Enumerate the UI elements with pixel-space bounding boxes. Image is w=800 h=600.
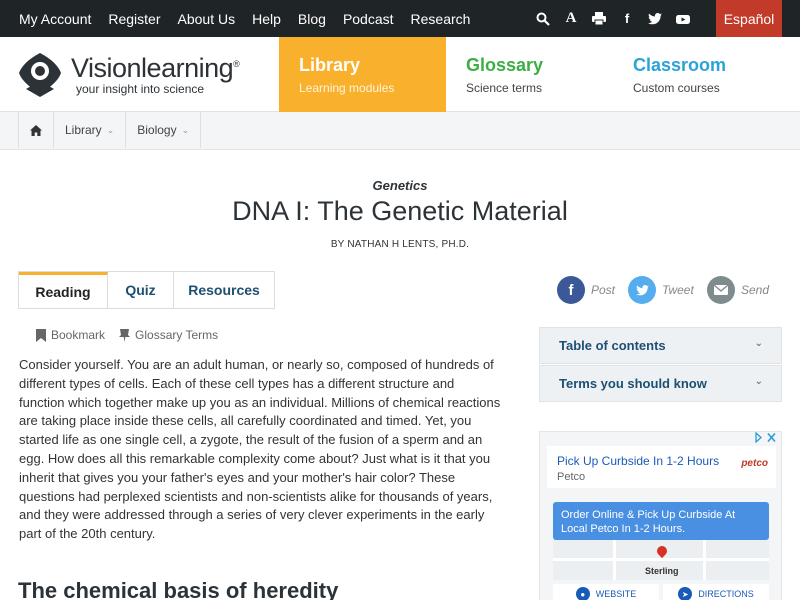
nav-tab-classroom-subtitle: Custom courses: [633, 81, 720, 95]
double-chevron-down-icon: ⌄: [754, 376, 763, 387]
youtube-icon[interactable]: [676, 12, 690, 26]
share-email-label: Send: [741, 283, 770, 297]
utility-nav: My Account Register About Us Help Blog P…: [19, 0, 470, 37]
ad-map[interactable]: Sterling: [553, 540, 769, 580]
tab-resources[interactable]: Resources: [174, 272, 274, 308]
ad-website-button[interactable]: ● WEBSITE: [553, 584, 659, 600]
bookmark-button[interactable]: Bookmark: [36, 328, 105, 342]
glossary-term-experiments[interactable]: experiments: [346, 507, 417, 522]
share-twitter-label: Tweet: [662, 283, 694, 297]
logo-tagline: your insight into science: [76, 82, 205, 96]
double-chevron-down-icon: ⌄: [754, 338, 763, 349]
bookmark-label: Bookmark: [51, 328, 106, 342]
table-of-contents-toggle[interactable]: Table of contents ⌄: [539, 327, 782, 364]
about-us-link[interactable]: About Us: [178, 11, 236, 27]
site-header: Visionlearning® your insight into scienc…: [0, 37, 800, 112]
share-twitter[interactable]: Tweet: [628, 276, 694, 304]
ad-choices-icon[interactable]: [755, 432, 777, 446]
globe-icon: ●: [575, 587, 590, 600]
breadcrumb-library-label: Library: [65, 123, 102, 137]
share-facebook-label: Post: [591, 283, 616, 297]
directions-icon: ➤: [678, 587, 693, 600]
glossary-terms-label: Glossary Terms: [135, 328, 219, 342]
breadcrumb-bar: Library ⌄ Biology ⌄: [0, 112, 800, 150]
nav-tab-classroom[interactable]: Classroom Custom courses: [613, 37, 780, 112]
nav-tab-library[interactable]: Library Learning modules: [279, 37, 446, 112]
my-account-link[interactable]: My Account: [19, 11, 91, 27]
home-icon: [30, 124, 42, 136]
article-byline: BY NATHAN H LENTS, PH.D.: [330, 239, 470, 250]
facebook-icon[interactable]: f: [620, 11, 634, 26]
tab-quiz[interactable]: Quiz: [108, 272, 174, 308]
breadcrumb-biology-label: Biology: [137, 123, 177, 137]
bookmark-icon: [36, 328, 46, 342]
ad-map-city: Sterling: [645, 566, 679, 576]
nav-tab-glossary[interactable]: Glossary Science terms: [446, 37, 613, 112]
nav-tab-classroom-title: Classroom: [633, 55, 727, 75]
breadcrumb-biology[interactable]: Biology ⌄: [126, 112, 202, 148]
ad-headline[interactable]: Pick Up Curbside In 1-2 Hours: [557, 454, 719, 468]
ad-offer[interactable]: Order Online & Pick Up Curbside At Local…: [553, 502, 769, 540]
twitter-icon: [628, 276, 656, 304]
glossary-term-zygote[interactable]: zygote: [200, 432, 238, 447]
podcast-link[interactable]: Podcast: [343, 11, 394, 27]
breadcrumb-home[interactable]: [19, 112, 54, 148]
register-link[interactable]: Register: [108, 11, 160, 27]
petco-logo: petco: [741, 458, 768, 469]
facebook-icon: f: [557, 276, 585, 304]
ad-actions: ● WEBSITE ➤ DIRECTIONS: [553, 584, 769, 600]
font-size-icon[interactable]: A: [564, 10, 578, 26]
language-espanol-button[interactable]: Español: [716, 0, 782, 37]
nav-tab-library-title: Library: [299, 55, 361, 75]
blog-link[interactable]: Blog: [298, 11, 326, 27]
advertisement: Pick Up Curbside In 1-2 Hours Petco petc…: [539, 431, 782, 600]
ad-card[interactable]: Pick Up Curbside In 1-2 Hours Petco petc…: [547, 446, 776, 488]
glossary-term-cells[interactable]: cells: [119, 376, 145, 391]
ad-website-label: WEBSITE: [595, 589, 637, 599]
breadcrumb: Library ⌄ Biology ⌄: [18, 112, 202, 148]
share-email[interactable]: Send: [707, 276, 769, 304]
main-nav: Library Learning modules Glossary Scienc…: [279, 37, 780, 112]
ad-directions-button[interactable]: ➤ DIRECTIONS: [663, 584, 769, 600]
glossary-term-chemical-reactions[interactable]: chemical reactions: [393, 395, 501, 410]
search-icon[interactable]: [536, 12, 550, 26]
logo-wordmark[interactable]: Visionlearning®: [71, 53, 240, 84]
map-pin-icon: [654, 543, 670, 559]
research-link[interactable]: Research: [411, 11, 471, 27]
chevron-down-icon: ⌄: [181, 124, 190, 135]
ad-advertiser: Petco: [557, 471, 586, 483]
nav-tab-glossary-subtitle: Science terms: [466, 81, 543, 95]
section-heading: The chemical basis of heredity: [18, 578, 339, 600]
glossary-pin-icon: [119, 328, 131, 342]
top-bar: My Account Register About Us Help Blog P…: [0, 0, 800, 37]
page-title: DNA I: The Genetic Material: [232, 196, 568, 226]
tab-reading[interactable]: Reading: [19, 272, 108, 308]
ad-directions-label: DIRECTIONS: [698, 589, 754, 599]
twitter-icon[interactable]: [648, 12, 662, 26]
nav-tab-glossary-title: Glossary: [466, 55, 544, 75]
module-tabs: Reading Quiz Resources: [18, 271, 275, 309]
email-icon: [707, 276, 735, 304]
terms-you-should-know-toggle[interactable]: Terms you should know ⌄: [539, 365, 782, 402]
article-category[interactable]: Genetics: [0, 178, 800, 193]
help-link[interactable]: Help: [252, 11, 281, 27]
article-paragraph: Consider yourself. You are an adult huma…: [19, 356, 503, 544]
chevron-down-icon: ⌄: [106, 124, 115, 135]
nav-tab-library-subtitle: Learning modules: [299, 81, 395, 95]
terms-you-should-know-label: Terms you should know: [559, 376, 707, 391]
table-of-contents-label: Table of contents: [559, 338, 666, 353]
visionlearning-logo-icon[interactable]: [18, 51, 62, 99]
share-facebook[interactable]: f Post: [557, 276, 615, 304]
utility-icons: A f: [536, 0, 690, 37]
breadcrumb-library[interactable]: Library ⌄: [54, 112, 127, 148]
glossary-terms-button[interactable]: Glossary Terms: [119, 328, 218, 342]
print-icon[interactable]: [592, 12, 606, 26]
article-tools: Bookmark Glossary Terms: [36, 328, 218, 342]
